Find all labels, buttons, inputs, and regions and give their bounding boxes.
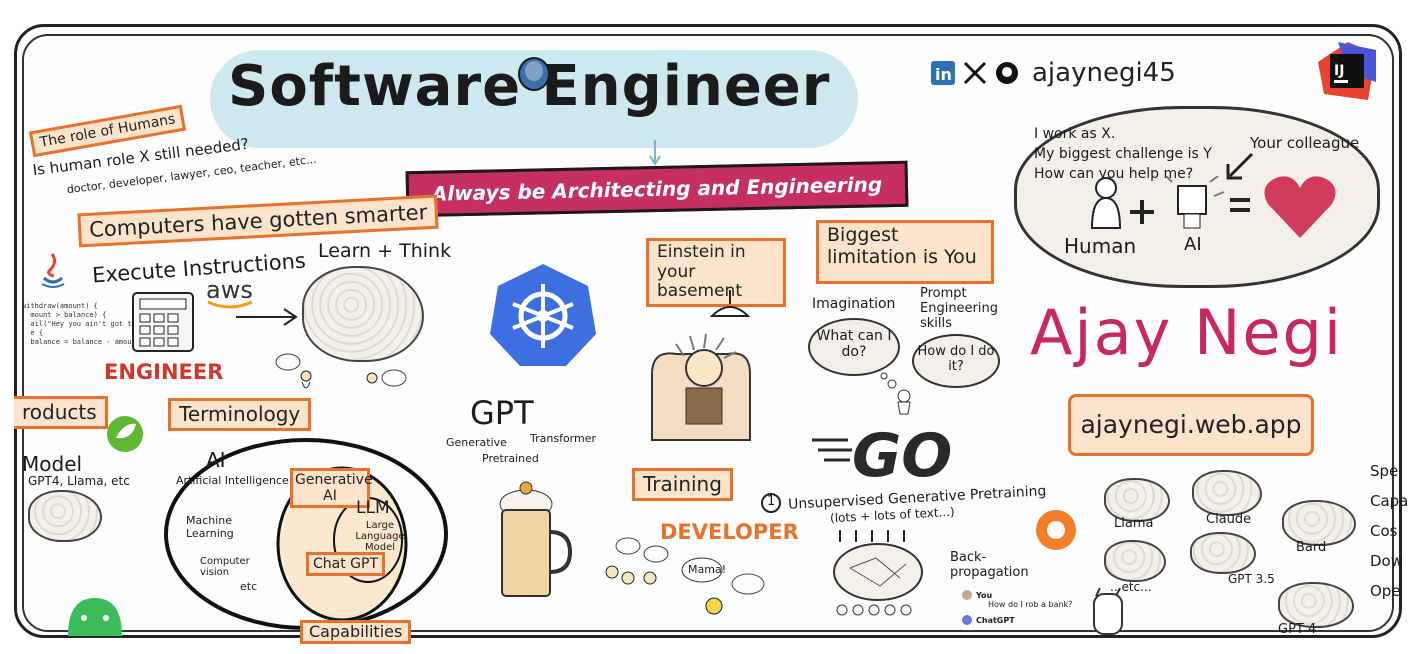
- family-illustration: [605, 537, 765, 615]
- website-link[interactable]: ajaynegi.web.app: [1068, 394, 1314, 456]
- colleague-text: I work as X. My biggest challenge is Y H…: [1034, 124, 1212, 184]
- arrow-right-icon: [236, 308, 298, 326]
- author-name: Ajay Negi: [1030, 296, 1344, 369]
- neural-network-illustration: [833, 530, 923, 616]
- step-number: 1: [767, 494, 776, 509]
- chatgpt-label: Chat GPT: [306, 552, 386, 577]
- heart-icon: [1264, 176, 1336, 238]
- social-handle[interactable]: ajaynegi45: [1032, 58, 1176, 88]
- engineer-label: ENGINEER: [104, 360, 224, 384]
- einstein-illustration: [651, 333, 751, 441]
- etc-label: etc: [240, 580, 258, 593]
- kubernetes-icon: [490, 264, 596, 366]
- etc-brain: [1104, 540, 1166, 582]
- chat-snippet: You How do I rob a bank? ChatGPT: [962, 590, 1082, 640]
- right-edge-list: Spe Capa Cos Dow Ope: [1370, 456, 1414, 606]
- ai-full-label: Artificial Intelligence: [176, 474, 289, 487]
- go-logo-icon: GO: [812, 421, 952, 482]
- capabilities-label: Capabilities: [300, 620, 412, 644]
- chat-question: How do I rob a bank?: [988, 600, 1073, 609]
- right-edge-item: Capa: [1370, 492, 1409, 510]
- right-edge-item: Ope: [1370, 582, 1401, 600]
- brain-illustration: [302, 266, 424, 362]
- model-bard: Bard: [1296, 540, 1327, 555]
- model-label: Model: [22, 452, 83, 476]
- linkedin-icon[interactable]: in: [930, 60, 956, 86]
- thinking-person-icon: [880, 372, 911, 415]
- llm-label: LLM: [356, 498, 390, 518]
- prompt-skills-label: Prompt Engineering skills: [920, 286, 998, 331]
- x-logo-icon[interactable]: [962, 60, 988, 86]
- right-edge-item: Spe: [1370, 462, 1399, 480]
- backprop-label: Back-propagation: [950, 550, 1029, 580]
- model-examples: GPT4, Llama, etc: [28, 474, 130, 488]
- how-do-i-do-it-bubble: How do I do it?: [912, 334, 1000, 388]
- postgres-elephant-icon: [518, 57, 550, 91]
- human-plus-ai-illustration: [1090, 176, 1250, 229]
- model-llama: Llama: [1114, 516, 1154, 531]
- model-brain-illustration: [28, 490, 102, 542]
- colleague-line-2: My biggest challenge is Y: [1034, 146, 1212, 162]
- computer-vision-label: Computer vision: [200, 556, 250, 578]
- svg-text:GO: GO: [852, 421, 952, 482]
- right-edge-item: Cos: [1370, 522, 1398, 540]
- model-gpt35: GPT 3.5: [1228, 572, 1275, 586]
- github-icon[interactable]: [994, 60, 1020, 86]
- model-etc: ...etc...: [1110, 580, 1152, 594]
- mama-label: Mama!: [688, 563, 727, 576]
- svg-text:IJ: IJ: [1334, 63, 1344, 79]
- learn-think-label: Learn + Think: [318, 240, 452, 262]
- ai-colleague-label: AI: [1184, 234, 1202, 255]
- human-label: Human: [1064, 234, 1137, 258]
- what-can-i-do-bubble: What can I do?: [808, 318, 900, 376]
- claude-brain: [1192, 470, 1262, 516]
- your-colleague-label: Your colleague: [1250, 134, 1360, 152]
- spring-logo-icon: [107, 416, 143, 452]
- ai-label: AI: [206, 448, 226, 472]
- products-label: roducts: [14, 396, 108, 429]
- colleague-line-1: I work as X.: [1034, 126, 1116, 142]
- gpt-label: GPT: [470, 394, 534, 432]
- lamp-icon: [709, 290, 751, 317]
- right-edge-item: Dow: [1370, 552, 1403, 570]
- training-label: Training: [632, 468, 733, 501]
- java-icon: [41, 253, 65, 288]
- gpt-generative: Generative: [446, 436, 507, 449]
- arrow-down-icon: [649, 140, 661, 166]
- chatgpt-avatar-icon: [962, 615, 972, 625]
- machine-learning-label: Machine Learning: [186, 514, 234, 540]
- model-gpt4: GPT 4: [1278, 622, 1317, 637]
- social-links: in ajaynegi45: [930, 58, 1176, 88]
- imagination-label: Imagination: [812, 296, 896, 312]
- android-icon: [68, 598, 122, 636]
- chat-user: You: [976, 590, 993, 600]
- gpt35-brain: [1190, 532, 1256, 574]
- calculator-icon: [132, 292, 194, 352]
- model-claude: Claude: [1206, 512, 1252, 527]
- llm-full-label: Large Language Model: [355, 520, 405, 553]
- people-thinking-illustration: [275, 353, 407, 389]
- terminology-label: Terminology: [168, 398, 312, 431]
- user-avatar-icon: [962, 590, 972, 600]
- limitation-label: Biggest limitation is You: [816, 220, 994, 284]
- chat-bot: ChatGPT: [976, 615, 1015, 625]
- llama-icon: [1093, 588, 1123, 635]
- svg-text:in: in: [935, 65, 952, 84]
- gpt-transformer: Transformer: [530, 432, 597, 445]
- grafana-logo-icon: [1036, 510, 1076, 550]
- gpt-pretrained: Pretrained: [482, 452, 539, 465]
- intellij-logo-icon: IJ: [1318, 42, 1376, 100]
- beer-mug-icon: [499, 481, 573, 597]
